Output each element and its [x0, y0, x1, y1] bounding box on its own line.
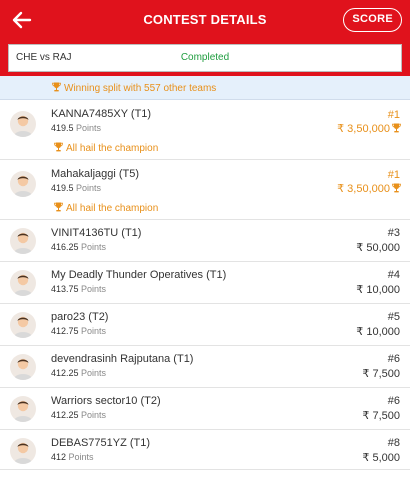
- team-name: Mahakaljaggi (T5): [51, 168, 140, 180]
- champion-text: All hail the champion: [66, 203, 159, 214]
- points-unit: Points: [81, 410, 107, 420]
- points-value: 419.5: [51, 123, 74, 133]
- trophy-icon: [392, 123, 401, 133]
- points-value: 412.25: [51, 410, 79, 420]
- team-name: DEBAS7751YZ (T1): [51, 437, 151, 449]
- points-value: 416.25: [51, 242, 79, 252]
- team-points: 412.25 Points: [51, 368, 106, 378]
- team-name: devendrasinh Rajputana (T1): [51, 353, 194, 365]
- avatar: [10, 270, 36, 296]
- trophy-icon: [54, 202, 63, 212]
- points-unit: Points: [68, 452, 94, 462]
- champion-label: All hail the champion: [54, 202, 158, 214]
- team-name: KANNA7485XY (T1): [51, 108, 152, 120]
- team-name: My Deadly Thunder Operatives (T1): [51, 269, 227, 281]
- leaderboard-row[interactable]: VINIT4136TU (T1) 416.25 Points #3 ₹ 50,0…: [0, 220, 410, 262]
- leaderboard-row[interactable]: paro23 (T2) 412.75 Points #5 ₹ 10,000: [0, 304, 410, 346]
- points-value: 412.25: [51, 368, 79, 378]
- points-value: 413.75: [51, 284, 79, 294]
- team-points: 419.5 Points: [51, 123, 101, 133]
- points-unit: Points: [76, 123, 102, 133]
- leaderboard-row[interactable]: My Deadly Thunder Operatives (T1) 413.75…: [0, 262, 410, 304]
- avatar: [10, 312, 36, 338]
- trophy-icon: [54, 142, 63, 152]
- team-prize: ₹ 5,000: [362, 452, 400, 464]
- match-status: Completed: [180, 52, 230, 63]
- points-unit: Points: [81, 368, 107, 378]
- leaderboard-row[interactable]: devendrasinh Rajputana (T1) 412.25 Point…: [0, 346, 410, 388]
- champion-text: All hail the champion: [66, 143, 159, 154]
- team-rank: #1: [387, 109, 400, 121]
- prize-amount: ₹ 3,50,000: [337, 183, 390, 195]
- champion-label: All hail the champion: [54, 142, 158, 154]
- score-button[interactable]: SCORE: [343, 8, 402, 32]
- team-prize: ₹ 3,50,000: [337, 182, 401, 195]
- team-name: Warriors sector10 (T2): [51, 395, 161, 407]
- team-rank: #3: [387, 227, 400, 239]
- points-unit: Points: [81, 326, 107, 336]
- team-rank: #1: [387, 169, 400, 181]
- points-value: 419.5: [51, 183, 74, 193]
- team-prize: ₹ 50,000: [356, 242, 400, 254]
- team-prize: ₹ 7,500: [362, 368, 400, 380]
- team-rank: #8: [387, 437, 400, 449]
- banner-text: Winning split with 557 other teams: [64, 83, 217, 94]
- trophy-icon: [392, 183, 401, 193]
- points-unit: Points: [81, 242, 107, 252]
- leaderboard-row[interactable]: Warriors sector10 (T2) 412.25 Points #6 …: [0, 388, 410, 430]
- leaderboard-row[interactable]: DEBAS7751YZ (T1) 412 Points #8 ₹ 5,000: [0, 430, 410, 470]
- leaderboard-row[interactable]: KANNA7485XY (T1) 419.5 Points All hail t…: [0, 100, 410, 160]
- avatar: [10, 438, 36, 464]
- team-prize: ₹ 7,500: [362, 410, 400, 422]
- match-info-box: CHE vs RAJ Completed: [8, 44, 402, 72]
- points-value: 412: [51, 452, 67, 462]
- app-header: CONTEST DETAILS SCORE CHE vs RAJ Complet…: [0, 0, 410, 82]
- team-points: 412 Points: [51, 452, 94, 462]
- team-prize: ₹ 10,000: [356, 284, 400, 296]
- team-name: paro23 (T2): [51, 311, 109, 323]
- avatar: [10, 171, 36, 197]
- team-name: VINIT4136TU (T1): [51, 227, 142, 239]
- team-prize: ₹ 10,000: [356, 326, 400, 338]
- avatar: [10, 111, 36, 137]
- team-points: 412.25 Points: [51, 410, 106, 420]
- points-value: 412.75: [51, 326, 79, 336]
- avatar: [10, 228, 36, 254]
- team-rank: #6: [387, 353, 400, 365]
- avatar: [10, 354, 36, 380]
- trophy-icon: [52, 82, 61, 92]
- points-unit: Points: [81, 284, 107, 294]
- leaderboard-row[interactable]: Mahakaljaggi (T5) 419.5 Points All hail …: [0, 160, 410, 220]
- team-rank: #6: [387, 395, 400, 407]
- team-points: 412.75 Points: [51, 326, 106, 336]
- team-points: 416.25 Points: [51, 242, 106, 252]
- team-prize: ₹ 3,50,000: [337, 122, 401, 135]
- avatar: [10, 396, 36, 422]
- prize-amount: ₹ 3,50,000: [337, 123, 390, 135]
- winning-split-banner: Winning split with 557 other teams: [0, 76, 410, 100]
- points-unit: Points: [76, 183, 102, 193]
- team-rank: #4: [387, 269, 400, 281]
- leaderboard-list: KANNA7485XY (T1) 419.5 Points All hail t…: [0, 100, 410, 470]
- team-points: 413.75 Points: [51, 284, 106, 294]
- team-rank: #5: [387, 311, 400, 323]
- team-points: 419.5 Points: [51, 183, 101, 193]
